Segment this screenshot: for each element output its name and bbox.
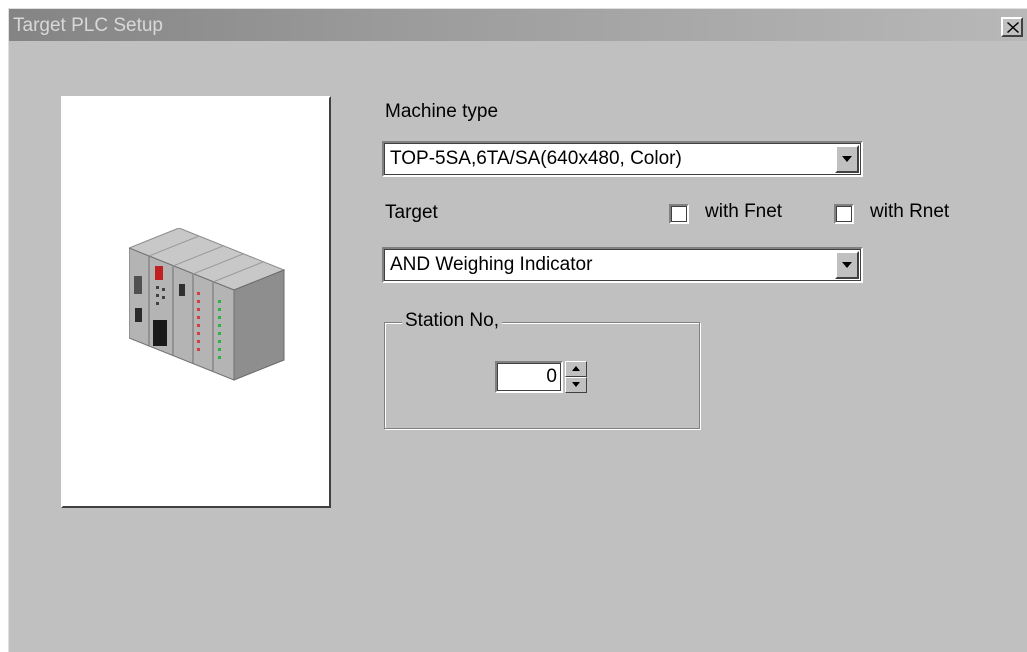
- station-number-label: Station No,: [402, 310, 502, 332]
- station-number-input[interactable]: 0: [495, 361, 563, 393]
- plc-preview-panel: [61, 96, 331, 508]
- arrow-up-icon: [572, 366, 580, 371]
- with-rnet-label: with Rnet: [870, 201, 950, 222]
- plc-rack-icon: [129, 228, 286, 381]
- target-select[interactable]: AND Weighing Indicator: [382, 247, 863, 283]
- title-bar[interactable]: Target PLC Setup: [9, 9, 1027, 41]
- target-dropdown-button[interactable]: [835, 251, 859, 279]
- machine-type-label: Machine type: [385, 101, 499, 122]
- chevron-down-icon: [842, 156, 852, 162]
- machine-type-select[interactable]: TOP-5SA,6TA/SA(640x480, Color): [382, 141, 863, 177]
- with-rnet-checkbox[interactable]: [834, 204, 854, 224]
- window-title: Target PLC Setup: [13, 15, 163, 36]
- arrow-down-icon: [572, 382, 580, 387]
- station-number-down-button[interactable]: [565, 377, 587, 393]
- station-number-value: 0: [546, 366, 557, 387]
- with-fnet-checkbox[interactable]: [669, 204, 689, 224]
- close-button[interactable]: [1001, 17, 1023, 37]
- chevron-down-icon: [842, 262, 852, 268]
- close-icon: [1007, 22, 1019, 33]
- machine-type-value: TOP-5SA,6TA/SA(640x480, Color): [390, 148, 682, 169]
- station-number-group: Station No, 0: [384, 310, 700, 429]
- target-value: AND Weighing Indicator: [390, 254, 593, 275]
- with-fnet-label: with Fnet: [705, 201, 783, 222]
- machine-type-dropdown-button[interactable]: [835, 145, 859, 173]
- target-label: Target: [385, 202, 438, 223]
- station-number-up-button[interactable]: [565, 361, 587, 377]
- target-plc-setup-dialog: Target PLC Setup Machine type TOP-5SA,6T…: [8, 8, 1027, 652]
